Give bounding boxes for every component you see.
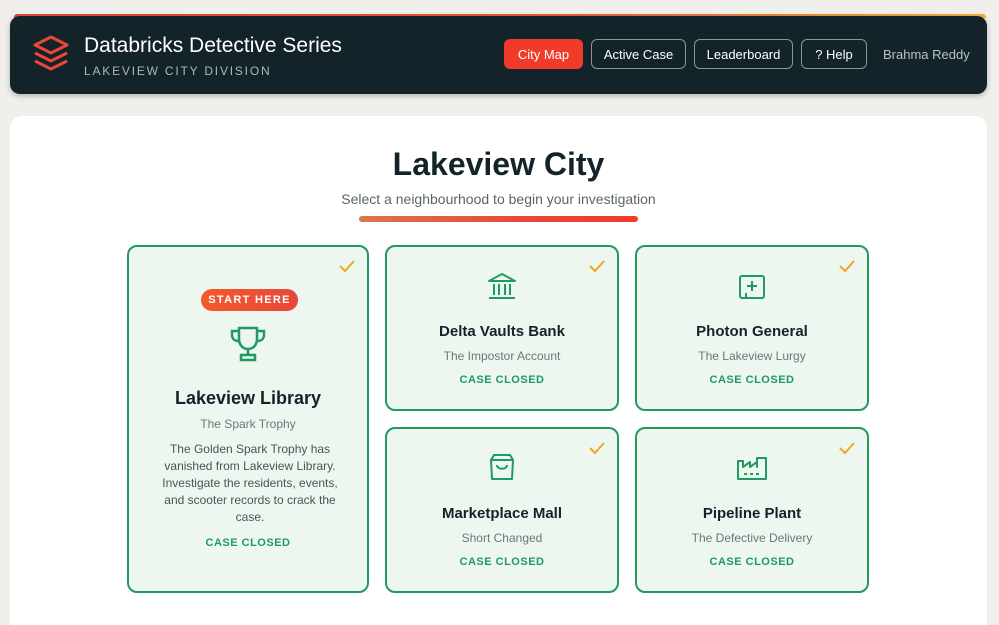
page-subtitle: Select a neighbourhood to begin your inv… xyxy=(341,191,656,207)
checkmark-icon xyxy=(589,260,605,273)
start-here-badge: START HERE xyxy=(201,289,298,311)
card-title: Marketplace Mall xyxy=(441,505,563,522)
neighbourhood-card-marketplace-mall[interactable]: Marketplace Mall Short Changed CASE CLOS… xyxy=(385,427,619,593)
card-case-name: Short Changed xyxy=(461,531,543,545)
title-underline xyxy=(359,216,638,222)
hospital-icon xyxy=(739,275,765,299)
bank-icon xyxy=(488,273,516,299)
card-title: Pipeline Plant xyxy=(702,505,802,522)
card-case-name: The Spark Trophy xyxy=(200,417,296,431)
factory-icon xyxy=(737,457,767,480)
card-description: The Golden Spark Trophy has vanished fro… xyxy=(162,442,338,524)
neighbourhood-card-photon-general[interactable]: Photon General The Lakeview Lurgy CASE C… xyxy=(635,245,869,411)
nav-city-map-button[interactable]: City Map xyxy=(504,39,583,69)
card-case-name: The Impostor Account xyxy=(443,349,561,363)
card-title: Delta Vaults Bank xyxy=(439,323,565,340)
neighbourhood-card-lakeview-library[interactable]: START HERE Lakeview Library The Spark Tr… xyxy=(127,245,369,593)
checkmark-icon xyxy=(839,442,855,455)
case-status: CASE CLOSED xyxy=(709,556,795,568)
trophy-icon xyxy=(230,326,266,362)
nav-leaderboard-button[interactable]: Leaderboard xyxy=(694,39,793,69)
app-subtitle: LAKEVIEW CITY DIVISION xyxy=(84,64,272,78)
app-title: Databricks Detective Series xyxy=(84,34,342,57)
checkmark-icon xyxy=(339,260,355,273)
card-case-name: The Lakeview Lurgy xyxy=(698,349,806,363)
case-status: CASE CLOSED xyxy=(459,374,545,386)
databricks-logo-icon xyxy=(33,35,69,71)
card-title: Lakeview Library xyxy=(174,388,322,408)
city-map-panel: Lakeview City Select a neighbourhood to … xyxy=(10,116,987,625)
neighbourhood-card-delta-vaults-bank[interactable]: Delta Vaults Bank The Impostor Account C… xyxy=(385,245,619,411)
nav-active-case-button[interactable]: Active Case xyxy=(591,39,686,69)
case-status: CASE CLOSED xyxy=(205,537,291,549)
card-case-name: The Defective Delivery xyxy=(691,531,813,545)
page-title: Lakeview City xyxy=(392,146,605,182)
nav-help-button[interactable]: ? Help xyxy=(801,39,867,69)
app-header: Databricks Detective Series LAKEVIEW CIT… xyxy=(10,16,987,94)
card-title: Photon General xyxy=(696,323,808,340)
user-name[interactable]: Brahma Reddy xyxy=(883,47,970,62)
shopping-bag-icon xyxy=(490,454,514,480)
neighbourhood-card-pipeline-plant[interactable]: Pipeline Plant The Defective Delivery CA… xyxy=(635,427,869,593)
case-status: CASE CLOSED xyxy=(709,374,795,386)
checkmark-icon xyxy=(839,260,855,273)
checkmark-icon xyxy=(589,442,605,455)
case-status: CASE CLOSED xyxy=(459,556,545,568)
